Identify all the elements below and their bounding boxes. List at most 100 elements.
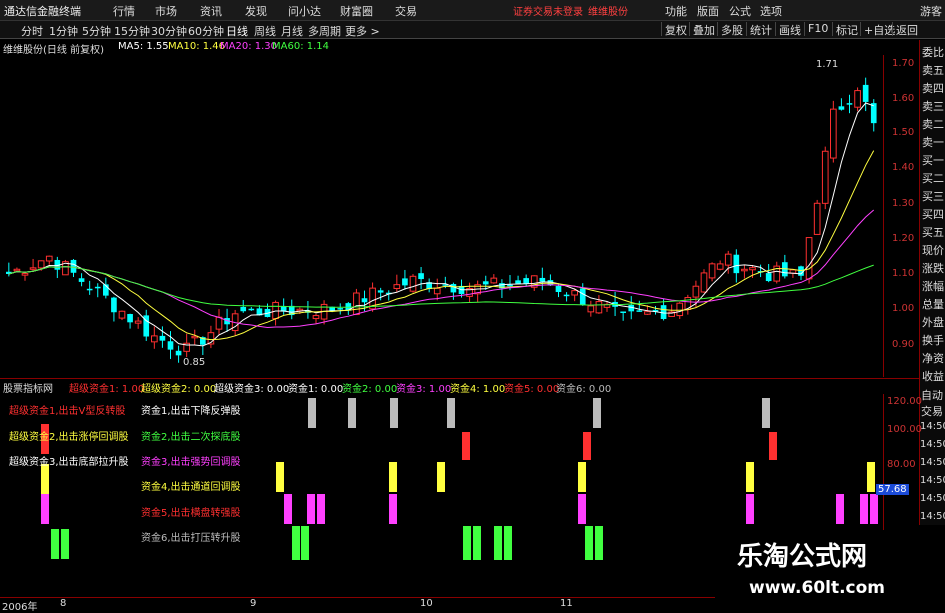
period-5min[interactable]: 5分钟 [82, 23, 111, 39]
period-15min[interactable]: 15分钟 [114, 23, 150, 39]
candle-body[interactable] [29, 267, 37, 270]
candle-body[interactable] [644, 311, 651, 315]
candle-body[interactable] [838, 106, 845, 110]
candle-body[interactable] [741, 268, 748, 272]
menu-wenxiaoda[interactable]: 问小达 [288, 3, 321, 19]
candle-body[interactable] [620, 311, 626, 313]
menu-youke[interactable]: 游客 [920, 3, 942, 19]
candle-body[interactable] [660, 305, 667, 319]
candle-body[interactable] [676, 302, 684, 317]
btn-tongji[interactable]: 统计 [746, 22, 775, 37]
candle-body[interactable] [127, 314, 133, 323]
candle-body[interactable] [870, 103, 877, 124]
menu-shichang[interactable]: 市场 [155, 3, 177, 19]
menu-faxian[interactable]: 发现 [245, 3, 267, 19]
candle-body[interactable] [821, 150, 829, 204]
candle-body[interactable] [86, 288, 93, 291]
candle-body[interactable] [353, 292, 360, 316]
candle-body[interactable] [433, 287, 441, 295]
btn-fanhui[interactable]: 返回 [892, 22, 921, 37]
candlestick-chart[interactable] [0, 55, 919, 377]
candle-body[interactable] [571, 290, 578, 296]
candle-body[interactable] [555, 285, 562, 293]
candle-body[interactable] [805, 237, 813, 280]
candle-body[interactable] [240, 306, 247, 312]
period-daily[interactable]: 日线 [226, 23, 248, 39]
candle-body[interactable] [523, 278, 529, 284]
period-monthly[interactable]: 月线 [281, 23, 303, 39]
menu-xuanxiang[interactable]: 选项 [760, 3, 782, 19]
candle-body[interactable] [134, 320, 142, 324]
menu-gongshi[interactable]: 公式 [729, 3, 751, 19]
menu-zixun[interactable]: 资讯 [200, 3, 222, 19]
candle-body[interactable] [13, 268, 21, 272]
candle-body[interactable] [94, 286, 101, 289]
candle-body[interactable] [361, 298, 368, 303]
candle-body[interactable] [418, 273, 424, 280]
candle-body[interactable] [151, 335, 158, 343]
period-multi[interactable]: 多周期 [308, 23, 341, 39]
candle-body[interactable] [450, 284, 457, 293]
candle-body[interactable] [482, 281, 489, 285]
btn-diejia[interactable]: 叠加 [689, 22, 718, 37]
period-60min[interactable]: 60分钟 [188, 23, 224, 39]
btn-biaoji[interactable]: 标记 [832, 22, 861, 37]
menu-caifuquan[interactable]: 财富圈 [340, 3, 373, 19]
candle-body[interactable] [595, 301, 603, 314]
candle-body[interactable] [692, 285, 700, 298]
candle-body[interactable] [111, 297, 117, 313]
label-trade[interactable]: 交易 [921, 403, 943, 419]
candle-body[interactable] [409, 275, 417, 292]
candle-body[interactable] [118, 310, 126, 319]
login-status[interactable]: 证券交易未登录 [513, 3, 583, 18]
menu-jiaoyi[interactable]: 交易 [395, 3, 417, 19]
candle-body[interactable] [854, 90, 861, 108]
menu-hangqing[interactable]: 行情 [113, 3, 135, 19]
period-fenshi[interactable]: 分时 [21, 23, 43, 39]
candle-body[interactable] [70, 259, 77, 273]
candle-body[interactable] [539, 277, 546, 282]
label-auto[interactable]: 自动 [921, 387, 943, 403]
candle-body[interactable] [402, 278, 408, 286]
candle-body[interactable] [312, 315, 320, 320]
candle-body[interactable] [490, 277, 498, 284]
candle-body[interactable] [507, 284, 513, 287]
period-1min[interactable]: 1分钟 [49, 23, 78, 39]
candle-body[interactable] [248, 308, 255, 311]
candle-body[interactable] [78, 278, 85, 282]
candle-body[interactable] [515, 280, 521, 284]
btn-f10[interactable]: F10 [804, 22, 831, 36]
candle-body[interactable] [563, 294, 570, 297]
candle-body[interactable] [765, 273, 772, 282]
candle-body[interactable] [37, 260, 45, 269]
candle-body[interactable] [733, 254, 740, 274]
candle-body[interactable] [579, 288, 586, 305]
candle-body[interactable] [700, 272, 708, 293]
candle-body[interactable] [830, 108, 837, 159]
candle-body[interactable] [724, 253, 732, 266]
period-weekly[interactable]: 周线 [254, 23, 276, 39]
candle-body[interactable] [587, 305, 595, 313]
period-more[interactable]: 更多 > [345, 23, 380, 39]
candle-body[interactable] [167, 341, 174, 350]
candle-body[interactable] [749, 267, 756, 271]
btn-duogu[interactable]: 多股 [717, 22, 746, 37]
btn-fuquan[interactable]: 复权 [661, 22, 690, 37]
btn-huaxian[interactable]: 画线 [775, 22, 804, 37]
candle-body[interactable] [377, 290, 384, 293]
candle-body[interactable] [159, 335, 166, 341]
candle-body[interactable] [862, 84, 869, 102]
candle-body[interactable] [393, 284, 401, 289]
candle-body[interactable] [45, 255, 53, 262]
candle-body[interactable] [846, 103, 853, 105]
candle-body[interactable] [636, 310, 643, 312]
candle-body[interactable] [708, 263, 716, 279]
candle-body[interactable] [175, 350, 182, 356]
candle-body[interactable] [813, 202, 821, 235]
candle-body[interactable] [337, 308, 344, 310]
menu-gongneng[interactable]: 功能 [665, 3, 687, 19]
candle-body[interactable] [215, 316, 223, 330]
candle-body[interactable] [21, 273, 29, 276]
period-30min[interactable]: 30分钟 [151, 23, 187, 39]
candle-body[interactable] [716, 263, 724, 270]
